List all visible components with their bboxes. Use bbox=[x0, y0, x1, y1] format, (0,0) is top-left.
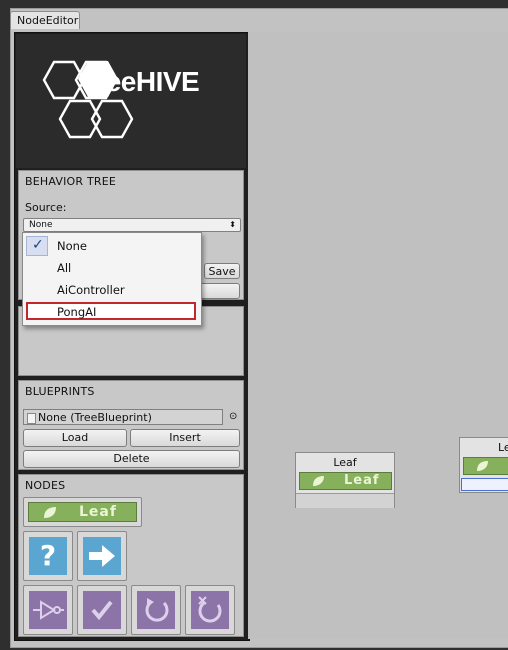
blueprints-title: BLUEPRINTS bbox=[25, 385, 95, 398]
leaf-node-1[interactable]: Leaf Leaf bbox=[295, 452, 395, 508]
insert-button[interactable]: Insert bbox=[130, 429, 240, 447]
leaf-node-2-input[interactable] bbox=[461, 478, 508, 491]
blueprint-field-value: None (TreeBlueprint) bbox=[38, 411, 152, 424]
behavior-tree-title: BEHAVIOR TREE bbox=[25, 175, 117, 188]
source-label: Source: bbox=[25, 201, 67, 214]
repeat-cancel-icon bbox=[191, 591, 229, 629]
source-dropdown-menu: ✓ None All AiController PongAI bbox=[22, 232, 202, 326]
hexagon-logo-icon bbox=[42, 60, 134, 139]
leaf-node-2-bar bbox=[463, 457, 508, 475]
node-canvas[interactable]: Leaf Leaf Le bbox=[248, 32, 508, 639]
blueprints-panel: BLUEPRINTS None (TreeBlueprint) ⊙ Load I… bbox=[18, 380, 244, 470]
object-picker-icon[interactable]: ⊙ bbox=[229, 411, 237, 422]
arrow-right-icon bbox=[83, 537, 121, 575]
checkmark-icon: ✓ bbox=[32, 237, 44, 253]
load-button[interactable]: Load bbox=[23, 429, 127, 447]
logo-area: BeeHIVE bbox=[16, 34, 246, 168]
question-icon: ? bbox=[29, 537, 67, 575]
nodes-panel: NODES Leaf ? bbox=[18, 474, 244, 637]
menu-item-highlight bbox=[26, 302, 196, 320]
repeater-node-button[interactable] bbox=[131, 585, 181, 635]
menu-item-none[interactable]: None bbox=[57, 239, 87, 253]
leaf-button-label: Leaf bbox=[79, 504, 117, 520]
source-dropdown[interactable]: None ⬍ bbox=[23, 218, 241, 232]
inverter-node-button[interactable] bbox=[23, 585, 73, 635]
succeeder-node-button[interactable] bbox=[77, 585, 127, 635]
menu-item-pongai[interactable]: PongAI bbox=[57, 305, 96, 319]
tab-node-editor[interactable]: NodeEditor bbox=[10, 11, 80, 29]
leaf-node-1-footer bbox=[296, 493, 394, 508]
leaf-icon bbox=[477, 461, 488, 471]
leaf-node-2-title: Le bbox=[498, 441, 508, 454]
delete-button[interactable]: Delete bbox=[23, 450, 240, 468]
leaf-icon bbox=[44, 507, 56, 518]
logo-text: BeeHIVE bbox=[86, 66, 200, 97]
leaf-bar: Leaf bbox=[28, 502, 137, 522]
sequence-node-button[interactable] bbox=[77, 531, 127, 581]
inverter-icon bbox=[29, 591, 67, 629]
menu-item-all[interactable]: All bbox=[57, 261, 71, 275]
leaf-node-1-bar: Leaf bbox=[299, 472, 392, 490]
source-dropdown-value: None bbox=[29, 220, 53, 230]
dropdown-arrows-icon: ⬍ bbox=[229, 220, 236, 229]
checkmark-icon bbox=[83, 591, 121, 629]
repeat-until-fail-node-button[interactable] bbox=[185, 585, 235, 635]
leaf-node-button[interactable]: Leaf bbox=[23, 497, 142, 527]
nodes-title: NODES bbox=[25, 479, 66, 492]
repeat-icon bbox=[137, 591, 175, 629]
selector-node-button[interactable]: ? bbox=[23, 531, 73, 581]
document-icon bbox=[27, 413, 36, 424]
leaf-node-2[interactable]: Le bbox=[459, 437, 508, 493]
save-button[interactable]: Save bbox=[204, 263, 240, 279]
leaf-node-1-label: Leaf bbox=[344, 473, 380, 488]
menu-item-aicontroller[interactable]: AiController bbox=[57, 283, 125, 297]
leaf-node-1-title: Leaf bbox=[333, 456, 357, 469]
blueprint-object-field[interactable]: None (TreeBlueprint) bbox=[23, 409, 223, 425]
leaf-icon bbox=[313, 476, 324, 486]
